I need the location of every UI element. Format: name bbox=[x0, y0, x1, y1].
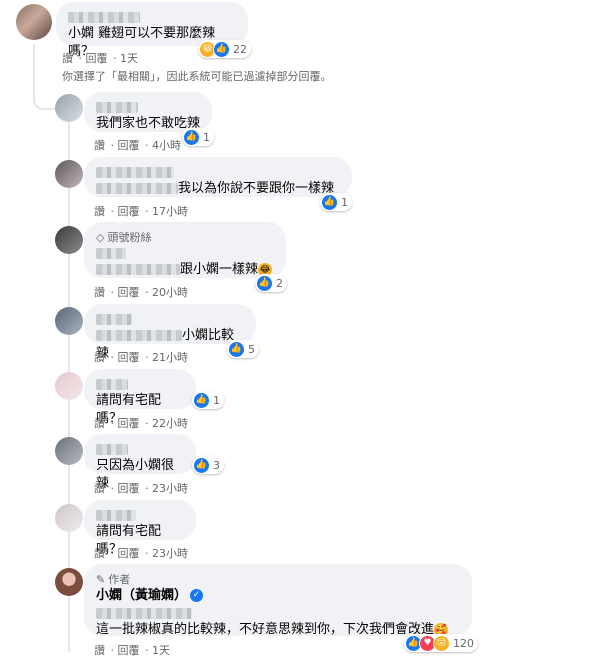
reply-button[interactable]: 回覆 bbox=[118, 351, 140, 364]
reply-actions: 讚 · 回覆 · 23小時 bbox=[94, 547, 188, 560]
reply-button[interactable]: 回覆 bbox=[118, 482, 140, 495]
reaction-count: 22 bbox=[233, 42, 247, 56]
reaction-summary[interactable]: 😆 👍 22 bbox=[198, 40, 251, 58]
top-fan-badge: ◇ 頭號粉絲 bbox=[96, 231, 152, 244]
author-avatar[interactable] bbox=[55, 568, 83, 596]
reaction-summary[interactable]: 👍 1 bbox=[192, 391, 224, 409]
author-name[interactable]: 小嫻（黃瑜嫻） bbox=[96, 588, 187, 603]
reply-actions: 讚 · 回覆 · 22小時 bbox=[94, 417, 188, 430]
commenter-name-redacted[interactable] bbox=[96, 507, 184, 523]
reply-actions: 讚 · 回覆 · 21小時 bbox=[94, 351, 188, 364]
timestamp[interactable]: 22小時 bbox=[152, 417, 188, 430]
reply-actions: 讚 · 回覆 · 1天 bbox=[94, 644, 170, 657]
reply-button[interactable]: 回覆 bbox=[118, 139, 140, 152]
reply-actions: 讚 · 回覆 · 4小時 bbox=[94, 139, 181, 152]
reply-text: 跟小嫻一樣辣 bbox=[180, 262, 259, 277]
author-badge: ✎ 作者 bbox=[96, 573, 131, 586]
like-icon: 👍 bbox=[213, 40, 230, 58]
timestamp[interactable]: 23小時 bbox=[152, 482, 188, 495]
comment-actions: 讚 · 回覆 · 1天 bbox=[62, 52, 138, 65]
mention-redacted[interactable] bbox=[96, 330, 182, 341]
reply-button[interactable]: 回覆 bbox=[118, 547, 140, 560]
commenter-name-redacted[interactable] bbox=[96, 164, 340, 180]
timestamp[interactable]: 20小時 bbox=[152, 286, 188, 299]
avatar[interactable] bbox=[55, 226, 83, 254]
reply-text: 我以為你說不要跟你一樣辣 bbox=[178, 181, 335, 196]
avatar[interactable] bbox=[16, 4, 52, 40]
reaction-summary[interactable]: 👍 3 bbox=[192, 456, 224, 474]
avatar[interactable] bbox=[55, 94, 83, 122]
like-button[interactable]: 讚 bbox=[94, 417, 105, 430]
reply-bubble: 我以為你說不要跟你一樣辣 bbox=[84, 157, 352, 197]
reply-button[interactable]: 回覆 bbox=[118, 417, 140, 430]
timestamp[interactable]: 1天 bbox=[152, 644, 170, 657]
diamond-icon: ◇ bbox=[96, 231, 105, 244]
mention-redacted[interactable] bbox=[96, 264, 180, 275]
reply-bubble: 小嫻比較辣 bbox=[84, 304, 256, 361]
like-button[interactable]: 讚 bbox=[94, 139, 105, 152]
reply-bubble: 請問有宅配嗎？ bbox=[84, 369, 196, 426]
reply-bubble: 請問有宅配嗎？ bbox=[84, 500, 196, 557]
thread-hook bbox=[33, 86, 57, 110]
wow-icon: 😮 bbox=[433, 634, 450, 652]
like-icon: 👍 bbox=[321, 193, 338, 211]
reply-button[interactable]: 回覆 bbox=[118, 644, 140, 657]
reaction-summary[interactable]: 👍 1 bbox=[182, 128, 214, 146]
like-button[interactable]: 讚 bbox=[94, 547, 105, 560]
like-icon: 👍 bbox=[193, 456, 210, 474]
reply-bubble: ◇ 頭號粉絲 跟小嫻一樣辣 😂 bbox=[84, 222, 286, 278]
like-icon: 👍 bbox=[183, 128, 200, 146]
commenter-name-redacted[interactable] bbox=[96, 441, 184, 457]
reaction-summary[interactable]: 👍 ♥ 😮 120 bbox=[404, 634, 478, 652]
like-icon: 👍 bbox=[256, 274, 273, 292]
reply-actions: 讚 · 回覆 · 17小時 bbox=[94, 205, 188, 218]
avatar[interactable] bbox=[55, 504, 83, 532]
reaction-summary[interactable]: 👍 2 bbox=[255, 274, 287, 292]
like-icon: 👍 bbox=[193, 391, 210, 409]
avatar[interactable] bbox=[55, 160, 83, 188]
author-reply-bubble: ✎ 作者 小嫻（黃瑜嫻） ✓ 這一批辣椒真的比較辣，不好意思辣到你，下次我們會改進🥰 bbox=[84, 564, 472, 637]
reply-actions: 讚 · 回覆 · 23小時 bbox=[94, 482, 188, 495]
reply-text: 這一批辣椒真的比較辣，不好意思辣到你，下次我們會改進 bbox=[96, 622, 435, 637]
thread-line bbox=[33, 44, 35, 88]
timestamp[interactable]: 21小時 bbox=[152, 351, 188, 364]
mention-redacted[interactable] bbox=[96, 183, 178, 194]
commenter-name-redacted[interactable] bbox=[96, 376, 184, 392]
commenter-name-redacted[interactable] bbox=[96, 99, 200, 115]
filter-note: 你選擇了「最相關」，因此系統可能已過濾掉部分回覆。 bbox=[62, 70, 332, 83]
reaction-summary[interactable]: 👍 5 bbox=[227, 340, 259, 358]
like-button[interactable]: 讚 bbox=[62, 52, 73, 65]
author-name-row: 小嫻（黃瑜嫻） ✓ bbox=[96, 587, 460, 605]
avatar[interactable] bbox=[55, 372, 83, 400]
timestamp[interactable]: 4小時 bbox=[152, 139, 181, 152]
timestamp[interactable]: 17小時 bbox=[152, 205, 188, 218]
reply-button[interactable]: 回覆 bbox=[118, 205, 140, 218]
commenter-name-redacted[interactable] bbox=[68, 9, 236, 25]
like-button[interactable]: 讚 bbox=[94, 351, 105, 364]
like-button[interactable]: 讚 bbox=[94, 644, 105, 657]
reply-actions: 讚 · 回覆 · 20小時 bbox=[94, 286, 188, 299]
timestamp[interactable]: 1天 bbox=[120, 52, 138, 65]
avatar[interactable] bbox=[55, 307, 83, 335]
reply-bubble: 我們家也不敢吃辣 bbox=[84, 92, 212, 132]
avatar[interactable] bbox=[55, 437, 83, 465]
like-button[interactable]: 讚 bbox=[94, 205, 105, 218]
reply-bubble: 只因為小嫻很辣 bbox=[84, 434, 196, 491]
like-icon: 👍 bbox=[228, 340, 245, 358]
like-button[interactable]: 讚 bbox=[94, 482, 105, 495]
commenter-name-redacted[interactable] bbox=[96, 245, 274, 261]
timestamp[interactable]: 23小時 bbox=[152, 547, 188, 560]
pencil-icon: ✎ bbox=[96, 573, 106, 586]
reply-button[interactable]: 回覆 bbox=[118, 286, 140, 299]
mention-redacted[interactable] bbox=[96, 605, 460, 621]
commenter-name-redacted[interactable] bbox=[96, 311, 244, 327]
reply-text: 我們家也不敢吃辣 bbox=[96, 116, 201, 131]
verified-icon: ✓ bbox=[190, 589, 204, 602]
like-button[interactable]: 讚 bbox=[94, 286, 105, 299]
reply-button[interactable]: 回覆 bbox=[86, 52, 108, 65]
reaction-summary[interactable]: 👍 1 bbox=[320, 193, 352, 211]
